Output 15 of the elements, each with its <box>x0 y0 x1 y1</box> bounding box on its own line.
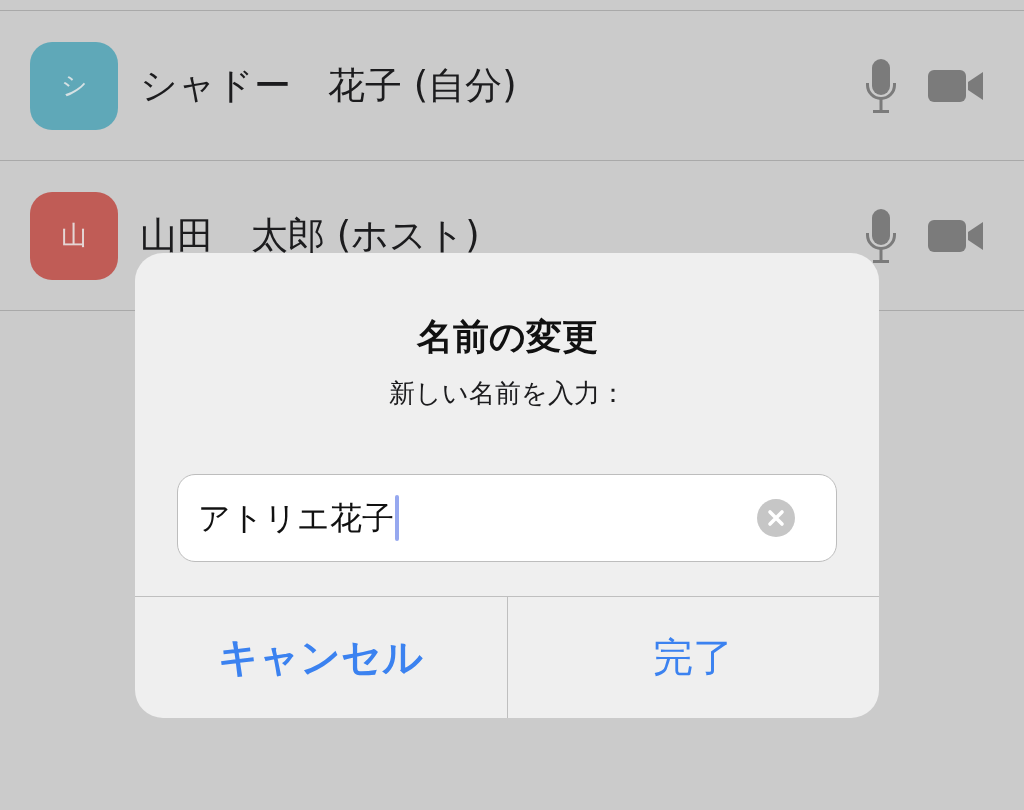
field-value: アトリエ花子 <box>198 498 394 538</box>
dialog-message: 新しい名前を入力： <box>388 377 626 410</box>
video-camera-icon[interactable] <box>928 69 983 102</box>
cancel-button[interactable]: キャンセル <box>135 597 507 718</box>
video-camera-icon[interactable] <box>928 219 983 252</box>
microphone-icon[interactable] <box>865 58 897 113</box>
clear-icon[interactable] <box>757 499 795 537</box>
participant-name: 山田 太郎 (ホスト) <box>140 217 480 254</box>
name-input-field[interactable]: アトリエ花子 <box>177 474 837 562</box>
participant-name: シャドー 花子 (自分) <box>140 67 517 104</box>
microphone-icon[interactable] <box>865 208 897 263</box>
done-button[interactable]: 完了 <box>506 597 879 718</box>
avatar-tile: シ <box>30 41 118 130</box>
dialog-title: 名前の変更 <box>416 315 598 359</box>
avatar-tile: 山 <box>30 191 118 280</box>
